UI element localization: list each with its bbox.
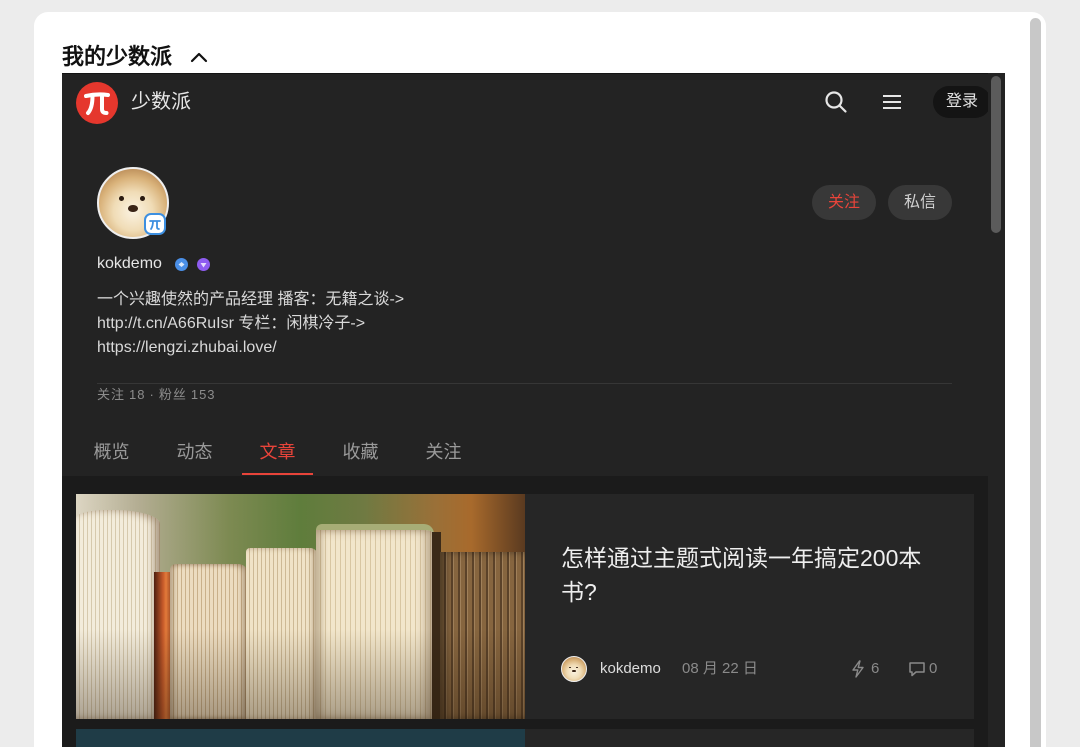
followers-link[interactable]: 粉丝 153 [159,387,216,402]
article-cover-image[interactable] [76,729,525,747]
article-author[interactable]: kokdemo [600,659,661,679]
article-comment-count[interactable]: 0 [929,659,937,679]
profile-divider [97,383,952,384]
sspai-logo-icon[interactable] [76,82,118,124]
tab-activity[interactable]: 动态 [159,440,230,475]
following-count: 18 [129,387,146,402]
tab-favorites[interactable]: 收藏 [325,440,396,475]
article-date: 08 月 22 日 [682,660,758,677]
comment-icon[interactable] [908,661,926,677]
followers-count: 153 [190,387,216,402]
article-card[interactable] [76,729,974,747]
search-icon[interactable] [824,90,848,114]
author-badge-icon [144,213,166,235]
avatar-eye [139,196,145,201]
avatar-nose [572,669,576,673]
tab-overview[interactable]: 概览 [76,440,147,475]
article-cover-image[interactable] [76,494,525,719]
site-name[interactable]: 少数派 [131,89,191,115]
article-card[interactable]: 怎样通过主题式阅读一年搞定200本书? kokdemo 08 月 22 日 6 … [76,494,974,719]
stats-separator: · [149,387,155,402]
avatar-nose [128,205,138,212]
follow-stats: 关注 18 · 粉丝 153 [97,386,216,404]
bio-line: 一个兴趣使然的产品经理 播客：无籍之谈-> [97,291,405,308]
profile-tabs: 概览 动态 文章 收藏 关注 [76,440,479,475]
profile-bio: 一个兴趣使然的产品经理 播客：无籍之谈-> http://t.cn/A66RuI… [97,288,404,360]
login-button[interactable]: 登录 [933,86,991,118]
menu-icon[interactable] [882,94,902,110]
preview-scrollbar-thumb[interactable] [991,76,1001,233]
following-link[interactable]: 关注 18 [97,387,145,402]
avatar-eye [576,666,579,669]
chevron-up-icon[interactable] [189,50,209,64]
member-badge-icon[interactable] [197,258,210,271]
bio-line[interactable]: http://t.cn/A66RuIsr 专栏：闲棋冷子-> [97,312,404,336]
lightning-icon[interactable] [851,660,865,678]
username: kokdemo [97,255,162,272]
followers-label: 粉丝 [158,387,187,402]
article-like-count[interactable]: 6 [871,659,879,679]
verified-badge-icon[interactable] [175,258,188,271]
message-button[interactable]: 私信 [888,185,952,220]
bio-line[interactable]: https://lengzi.zhubai.love/ [97,336,404,360]
following-label: 关注 [97,387,126,402]
tab-articles[interactable]: 文章 [242,440,313,475]
section-title: 我的少数派 [62,44,173,69]
sspai-profile-preview: 少数派 登录 关注 私信 kokdemo 一个兴趣使然的产品经理 播客：无籍之谈… [62,73,1005,747]
article-title[interactable]: 怎样通过主题式阅读一年搞定200本书? [561,541,939,609]
avatar-eye [569,666,571,669]
cover-photo-shade [76,494,525,719]
page-scrollbar[interactable] [1030,18,1041,747]
tab-following[interactable]: 关注 [408,440,479,475]
article-author-avatar[interactable] [561,656,587,682]
avatar-eye [119,196,125,201]
article-list: 怎样通过主题式阅读一年搞定200本书? kokdemo 08 月 22 日 6 … [62,476,988,747]
follow-button[interactable]: 关注 [812,185,876,220]
